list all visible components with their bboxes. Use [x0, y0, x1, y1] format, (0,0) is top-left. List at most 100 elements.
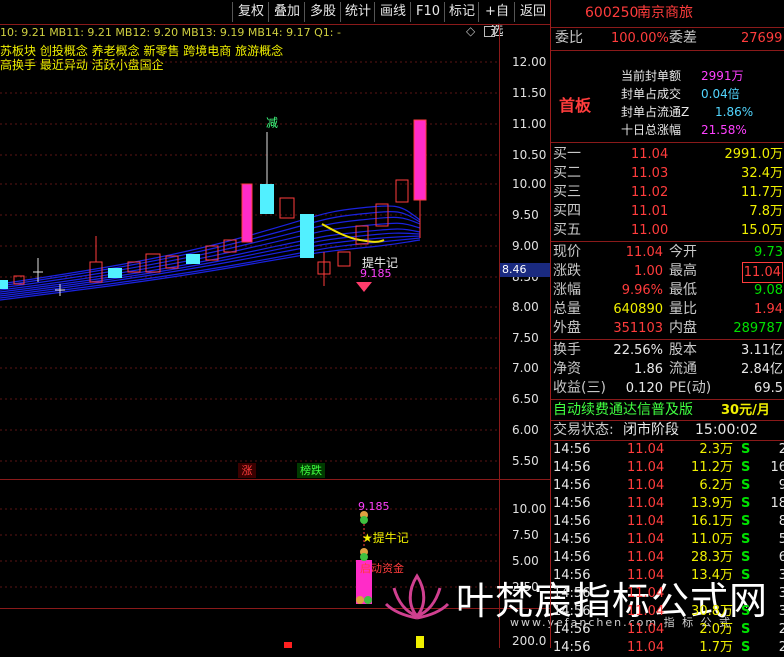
ad-row[interactable]: 自动续费通达信普及版 30元/月 [551, 401, 784, 420]
stat-value: 11.04 [625, 245, 663, 260]
tick-volume: 28.3万 [691, 550, 733, 565]
fund-row: 净资 1.86 流通 2.84亿 [551, 360, 784, 379]
stat-row: 现价 11.04 今开 9.73 [551, 243, 784, 262]
tick-count: 5 [778, 532, 784, 547]
tick-row: 14:56 11.04 6.2万 S 9 [551, 477, 784, 495]
stat-value: 9.96% [621, 283, 663, 298]
seal-value: 0.04倍 [701, 87, 740, 101]
price-axis-tick: 8.00 [512, 300, 539, 314]
seal-row: 当前封单额 2991万 [551, 68, 784, 85]
price-axis-tick: 11.00 [512, 117, 547, 131]
tick-time: 14:56 [553, 586, 591, 601]
tick-side: S [741, 640, 751, 655]
book-price: 11.00 [631, 223, 669, 238]
tick-volume: 13.9万 [691, 496, 733, 511]
tick-time: 14:56 [553, 550, 591, 565]
tick-price: 11.04 [627, 586, 665, 601]
tick-count: 2 [778, 640, 784, 655]
fund-label: 收益(三) [553, 380, 606, 396]
stat-label-2: 量比 [669, 301, 697, 317]
tick-count: 6 [778, 550, 784, 565]
tick-row: 14:56 11.04 28.3万 S 6 [551, 549, 784, 567]
sub-axis-tick: 10.00 [512, 502, 547, 516]
quote-panel: 600250 南京商旅 委比 100.00% 委差 27699 首板 当前封单额… [550, 0, 784, 655]
fund-value-2: 69.5 [754, 381, 783, 396]
book-price: 11.02 [631, 185, 669, 200]
seal-value: 2991万 [701, 69, 744, 83]
tick-count: 3 [778, 586, 784, 601]
tick-side: S [741, 460, 751, 475]
tick-price: 11.04 [627, 622, 665, 637]
tick-volume: 2.0万 [699, 622, 733, 637]
kline-chart[interactable] [0, 0, 550, 648]
price-axis-tick: 5.50 [512, 454, 539, 468]
stat-label: 现价 [553, 244, 581, 260]
book-row: 买一 11.04 2991.0万 [551, 145, 784, 164]
tick-price: 11.04 [627, 532, 665, 547]
watermark-logo-icon [384, 568, 450, 624]
tick-count: 8 [778, 514, 784, 529]
tick-time: 14:56 [553, 532, 591, 547]
stat-value-2: 1.94 [754, 302, 783, 317]
stat-label-2: 最高 [669, 263, 697, 279]
book-volume: 2991.0万 [724, 147, 784, 162]
tick-side: S [741, 478, 751, 493]
price-axis-tick: 6.50 [512, 392, 539, 406]
book-label: 买四 [553, 203, 581, 219]
stat-value: 351103 [613, 321, 663, 336]
tick-count: 2 [778, 622, 784, 637]
tick-volume: 6.2万 [699, 478, 733, 493]
tick-side: S [741, 604, 751, 619]
stat-label: 涨跌 [553, 263, 581, 279]
fund-value: 0.120 [625, 381, 663, 396]
tick-volume: 2.3万 [699, 442, 733, 457]
sub-annotation-star: ★提牛记 [362, 531, 409, 545]
stat-row: 涨幅 9.96% 最低 9.08 [551, 281, 784, 300]
diamond-marker-icon [356, 282, 372, 292]
tick-row: 14:56 11.04 11.0万 S 5 [551, 531, 784, 549]
stat-label-2: 最低 [669, 282, 697, 298]
tick-volume: 30.8万 [691, 604, 733, 619]
tick-side: S [741, 622, 751, 637]
book-price: 11.04 [631, 147, 669, 162]
sub-annotation-price: 9.185 [358, 500, 390, 513]
book-volume: 15.0万 [741, 223, 783, 238]
seal-row: 十日总涨幅 21.58% [551, 122, 784, 139]
price-axis-tick: 6.00 [512, 423, 539, 437]
stat-value-2: 9.73 [754, 245, 783, 260]
ma-ribbon [0, 205, 421, 301]
seal-label: 十日总涨幅 [621, 123, 682, 137]
book-label: 买一 [553, 146, 581, 162]
stat-value: 1.00 [634, 264, 663, 279]
seal-row: 封单占流通Z 1.86% [551, 104, 784, 121]
book-volume: 7.8万 [749, 204, 783, 219]
tag-bangdie: 榜跌 [297, 463, 325, 478]
tick-volume: 1.7万 [699, 640, 733, 655]
book-label: 买三 [553, 184, 581, 200]
book-row: 买五 11.00 15.0万 [551, 221, 784, 240]
book-volume: 32.4万 [741, 166, 783, 181]
tick-time: 14:56 [553, 568, 591, 583]
tick-volume: 11.0万 [691, 532, 733, 547]
tick-row: 14:56 11.04 16.1万 S 8 [551, 513, 784, 531]
stat-value-2: 9.08 [754, 283, 783, 298]
stat-value: 640890 [613, 302, 663, 317]
seal-row: 封单占成交 0.04倍 [551, 86, 784, 103]
book-row: 买四 11.01 7.8万 [551, 202, 784, 221]
tick-volume: 16.1万 [691, 514, 733, 529]
book-price: 11.03 [631, 166, 669, 181]
tick-count: 3 [778, 568, 784, 583]
stat-label-2: 内盘 [669, 320, 697, 336]
trade-status-row: 交易状态: 闭市阶段 15:00:02 [553, 422, 758, 438]
fund-row: 收益(三) 0.120 PE(动) 69.5 [551, 379, 784, 398]
current-price-tag: 8.46 [500, 263, 550, 277]
fund-value-2: 3.11亿 [741, 343, 783, 358]
tick-time: 14:56 [553, 496, 591, 511]
tick-price: 11.04 [627, 496, 665, 511]
stat-row: 外盘 351103 内盘 289787 [551, 319, 784, 338]
fund-value-2: 2.84亿 [741, 362, 783, 377]
stat-label: 总量 [553, 301, 581, 317]
price-axis-tick: 11.50 [512, 86, 547, 100]
tick-price: 11.04 [627, 478, 665, 493]
tick-side: S [741, 496, 751, 511]
